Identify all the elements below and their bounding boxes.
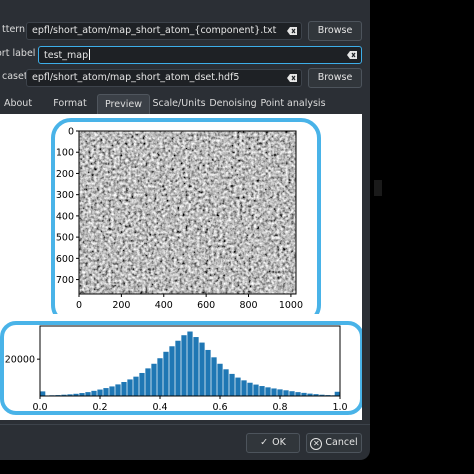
histogram-bar <box>187 331 193 396</box>
histogram-bar <box>271 388 277 396</box>
dataset-row: caset epfl/short_atom/map_short_atom_dse… <box>0 67 370 89</box>
histogram-bar <box>334 391 340 396</box>
dataset-label: caset <box>2 71 28 82</box>
histogram-bar <box>199 342 205 396</box>
histogram-bar <box>211 357 217 396</box>
text-cursor <box>89 49 91 60</box>
tab-point-analysis[interactable]: Point analysis <box>260 94 326 114</box>
preview-panel: 0 200 400 600 800 1000 0 100 200 300 400 500 600 700… <box>0 114 362 420</box>
histogram-bar <box>277 389 283 396</box>
short-label-label: ort label <box>0 48 36 59</box>
ok-button[interactable]: ✓ OK <box>246 433 300 453</box>
histogram-bar <box>217 363 223 396</box>
histogram-bar <box>127 379 133 396</box>
ok-label: OK <box>272 437 286 448</box>
histogram-bar <box>235 377 241 396</box>
histogram-bar <box>259 386 265 396</box>
browse-pattern-button[interactable]: Browse <box>308 21 362 41</box>
cancel-button[interactable]: ✕ Cancel <box>306 433 362 453</box>
histogram-bar <box>163 351 169 396</box>
short-label-input[interactable]: test_map <box>38 46 362 64</box>
image-y-tick-label: 100 <box>56 148 74 159</box>
image-y-tick-label: 600 <box>56 254 74 265</box>
image-x-tick-label: 800 <box>239 300 257 311</box>
image-x-tick-label: 200 <box>112 300 130 311</box>
histogram-bar <box>223 369 229 396</box>
tab-scale-units[interactable]: Scale/Units <box>152 94 206 114</box>
import-dialog: ttern epfl/short_atom/map_short_atom_{co… <box>0 0 370 460</box>
dataset-input[interactable]: epfl/short_atom/map_short_atom_dset.hdf5 <box>26 69 302 87</box>
histogram-bar <box>241 380 247 396</box>
histogram-bar <box>289 391 295 396</box>
image-x-tick-label: 400 <box>155 300 173 311</box>
pattern-label: ttern <box>2 24 26 35</box>
histogram-chart: 0.0 0.2 0.4 0.6 0.8 1.0 20000 <box>0 321 362 415</box>
histogram-bar <box>103 388 109 396</box>
histogram-bar <box>157 358 163 396</box>
histogram-bar <box>181 335 187 396</box>
histogram-bar <box>109 386 115 396</box>
browse-dataset-button[interactable]: Browse <box>308 68 362 88</box>
histogram-bar <box>151 363 157 396</box>
tab-about[interactable]: About <box>0 94 36 114</box>
image-y-tick-label: 300 <box>56 190 74 201</box>
histogram-bar <box>247 382 253 396</box>
histogram-bar <box>133 376 139 396</box>
check-icon: ✓ <box>260 437 269 448</box>
clear-icon[interactable] <box>287 27 297 35</box>
footer-separator <box>0 424 370 425</box>
histogram-bar <box>295 392 301 396</box>
cancel-icon: ✕ <box>310 438 323 450</box>
short-label-row: ort label test_map <box>0 44 370 66</box>
histogram-bar <box>145 368 151 396</box>
image-x-tick-label: 1000 <box>279 300 303 311</box>
pattern-input[interactable]: epfl/short_atom/map_short_atom_{componen… <box>26 22 302 40</box>
pattern-row: ttern epfl/short_atom/map_short_atom_{co… <box>0 20 370 42</box>
image-y-tick-label: 500 <box>56 233 74 244</box>
histogram-bar <box>175 340 181 396</box>
microscopy-image <box>79 131 296 294</box>
image-y-ticks: 0 100 200 300 400 500 600 700 <box>56 127 79 286</box>
image-y-tick-label: 0 <box>68 127 74 138</box>
clear-icon[interactable] <box>347 51 357 59</box>
image-x-ticks: 0 200 400 600 800 1000 <box>76 294 303 311</box>
image-y-tick-label: 200 <box>56 169 74 180</box>
histogram-bar <box>283 390 289 396</box>
image-x-tick-label: 600 <box>197 300 215 311</box>
clear-icon[interactable] <box>287 74 297 82</box>
image-preview-chart: 0 200 400 600 800 1000 0 100 200 300 400 500 600 700 <box>51 118 321 314</box>
histogram-bar <box>265 387 271 396</box>
image-x-tick-label: 0 <box>76 300 82 311</box>
histogram-bar <box>121 382 127 396</box>
histogram-bar <box>229 373 235 396</box>
dataset-value: epfl/short_atom/map_short_atom_dset.hdf5 <box>32 72 240 83</box>
image-y-tick-label: 700 <box>56 275 74 286</box>
histogram-bar <box>40 391 46 396</box>
histogram-bar <box>85 392 91 396</box>
histogram-bar <box>193 337 199 396</box>
short-label-value: test_map <box>44 50 89 61</box>
histogram-bar <box>169 346 175 396</box>
image-y-tick-label: 400 <box>56 211 74 222</box>
histogram-bar <box>253 384 259 396</box>
histogram-bar <box>139 372 145 396</box>
histogram-bar <box>97 389 103 396</box>
histogram-y-ticks: 20000 <box>5 355 40 366</box>
tab-bar: About Format Preview Scale/Units Denoisi… <box>0 94 370 114</box>
histogram-x-ticks: 0.0 0.2 0.4 0.6 0.8 1.0 <box>32 396 348 413</box>
cancel-label: Cancel <box>325 437 358 448</box>
tab-denoising[interactable]: Denoising <box>208 94 258 114</box>
histogram-y-tick-label: 20000 <box>5 355 35 366</box>
histogram-bar <box>205 349 211 396</box>
tab-format[interactable]: Format <box>44 94 96 114</box>
background-window-edge <box>374 180 382 196</box>
histogram-bar <box>91 390 97 396</box>
histogram-bars <box>40 331 340 396</box>
tab-preview[interactable]: Preview <box>97 94 150 114</box>
histogram-bar <box>115 384 121 396</box>
pattern-value: epfl/short_atom/map_short_atom_{componen… <box>32 25 277 36</box>
